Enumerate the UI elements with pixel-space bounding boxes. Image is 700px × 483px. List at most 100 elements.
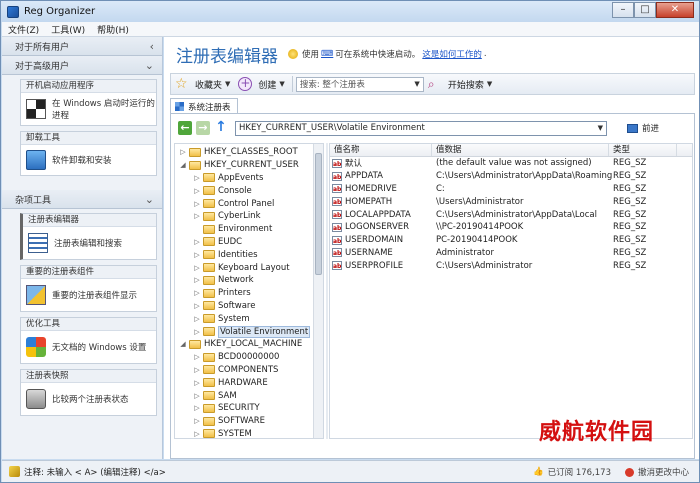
splitter[interactable] bbox=[326, 143, 328, 439]
column-header[interactable]: 值数据 bbox=[432, 144, 609, 156]
group-misc-tools[interactable]: 杂项工具 ⌄ bbox=[2, 190, 162, 209]
expand-toggle-icon[interactable]: ▷ bbox=[193, 417, 201, 425]
back-arrow-icon[interactable]: ← bbox=[178, 121, 192, 135]
expand-toggle-icon[interactable]: ▷ bbox=[193, 238, 201, 246]
tree-node[interactable]: ▷ Volatile Environment bbox=[193, 325, 311, 338]
tree-node[interactable]: ▷ Identities bbox=[193, 248, 257, 261]
expand-toggle-icon[interactable]: ▷ bbox=[193, 276, 201, 284]
expand-toggle-icon[interactable]: ▷ bbox=[179, 148, 187, 156]
tree-scrollbar[interactable] bbox=[313, 144, 323, 438]
menu-tools[interactable]: 工具(W) bbox=[45, 23, 91, 36]
path-input[interactable]: HKEY_CURRENT_USER\Volatile Environment ▼ bbox=[235, 120, 607, 136]
expand-toggle-icon[interactable]: ▷ bbox=[193, 404, 201, 412]
card-tweaks[interactable]: 优化工具 无文档的 Windows 设置 bbox=[20, 317, 157, 364]
card-important-components[interactable]: 重要的注册表组件 重要的注册表组件显示 bbox=[20, 265, 157, 312]
tree-node[interactable]: ▷ SECURITY bbox=[193, 402, 259, 415]
up-arrow-icon[interactable]: ↑ bbox=[214, 120, 228, 135]
expand-toggle-icon[interactable]: ▷ bbox=[193, 174, 201, 182]
close-button[interactable]: ✕ bbox=[656, 2, 694, 18]
tree-node[interactable]: ▷ COMPONENTS bbox=[193, 364, 278, 377]
tree-node[interactable]: ▷ System bbox=[193, 312, 249, 325]
card-startup-apps[interactable]: 开机启动应用程序 在 Windows 启动时运行的进程 bbox=[20, 79, 157, 126]
tree-node[interactable]: ▷ BCD00000000 bbox=[193, 351, 279, 364]
undo-center-link[interactable]: 撤消更改中心 bbox=[638, 466, 689, 478]
watermark: 威航软件园 bbox=[539, 419, 655, 445]
tree-node[interactable]: ▷ Printers bbox=[193, 287, 250, 300]
table-row[interactable]: ab USERDOMAIN PC-20190414POOK REG_SZ bbox=[330, 234, 692, 247]
tab-system-registry[interactable]: 系统注册表 bbox=[170, 98, 238, 114]
tree-node[interactable]: ▷ Control Panel bbox=[193, 197, 274, 210]
expand-toggle-icon[interactable]: ▷ bbox=[193, 328, 201, 336]
table-row[interactable]: ab USERPROFILE C:\Users\Administrator REG_S… bbox=[330, 259, 692, 272]
expand-toggle-icon[interactable]: ▷ bbox=[193, 302, 201, 310]
tree-node[interactable]: ◢ HKEY_LOCAL_MACHINE bbox=[179, 338, 302, 351]
table-row[interactable]: ab LOGONSERVER \\PC-20190414POOK REG_SZ bbox=[330, 221, 692, 234]
card-desc: 重要的注册表组件显示 bbox=[52, 291, 138, 301]
hotkey-link[interactable]: ⌨ bbox=[321, 49, 333, 59]
table-row[interactable]: ab 默认 (the default value was not assigned)… bbox=[330, 157, 692, 170]
recommend-count[interactable]: 已订阅 176,173 bbox=[548, 466, 611, 478]
expand-toggle-icon[interactable]: ◢ bbox=[179, 161, 187, 169]
folder-icon bbox=[203, 429, 215, 438]
expand-toggle-icon[interactable]: ▷ bbox=[193, 353, 201, 361]
tree-node[interactable]: ▷ Network bbox=[193, 274, 254, 287]
minimize-button[interactable]: – bbox=[612, 2, 634, 18]
tree-node-label: Network bbox=[218, 275, 254, 286]
tree-node[interactable]: ▷ Console bbox=[193, 184, 251, 197]
expand-toggle-icon[interactable]: ▷ bbox=[193, 200, 201, 208]
expand-toggle-icon[interactable]: ▷ bbox=[193, 430, 201, 438]
expand-toggle-icon[interactable]: ▷ bbox=[193, 289, 201, 297]
tree-node[interactable]: ▷ AppEvents bbox=[193, 172, 263, 185]
tree-node[interactable]: ▷ SAM bbox=[193, 389, 236, 402]
start-search-button[interactable]: ⌕ 开始搜索 ▼ bbox=[424, 77, 496, 91]
search-input[interactable]: 搜索: 整个注册表 ▼ bbox=[295, 76, 424, 92]
table-row[interactable]: ab HOMEDRIVE C: REG_SZ bbox=[330, 183, 692, 196]
tree-node[interactable]: ▷ HARDWARE bbox=[193, 376, 267, 389]
column-header[interactable]: 类型 bbox=[609, 144, 677, 156]
tree-node[interactable]: ▷ HKEY_CLASSES_ROOT bbox=[179, 146, 297, 159]
expand-toggle-icon[interactable]: ▷ bbox=[193, 392, 201, 400]
card-registry-snapshot[interactable]: 注册表快照 比较两个注册表状态 bbox=[20, 369, 157, 416]
expand-toggle-icon[interactable]: ◢ bbox=[179, 340, 187, 348]
card-head: 开机启动应用程序 bbox=[21, 80, 156, 93]
expand-toggle-icon[interactable]: ▷ bbox=[193, 315, 201, 323]
expand-toggle-icon[interactable]: ▷ bbox=[193, 212, 201, 220]
group-advanced-users[interactable]: 对于高级用户 ⌄ bbox=[2, 56, 162, 75]
tree-node[interactable]: ▷ CyberLink bbox=[193, 210, 260, 223]
create-button[interactable]: + 创建 ▼ bbox=[234, 77, 288, 91]
card-uninstall-tool[interactable]: 卸载工具 软件卸载和安装 bbox=[20, 131, 157, 176]
how-it-works-link[interactable]: 这是如何工作的 bbox=[422, 48, 482, 60]
folder-icon bbox=[203, 173, 215, 183]
table-row[interactable]: ab USERNAME Administrator REG_SZ bbox=[330, 247, 692, 260]
expand-toggle-icon[interactable]: ▷ bbox=[193, 187, 201, 195]
group-all-users[interactable]: 对于所有用户 ‹ bbox=[2, 37, 162, 56]
expand-toggle-icon[interactable]: ▷ bbox=[193, 379, 201, 387]
maximize-button[interactable]: □ bbox=[634, 2, 656, 18]
status-note[interactable]: 注释: 未输入 < A> (编辑注释) </a> bbox=[24, 466, 166, 478]
tree-node[interactable]: ▷ SOFTWARE bbox=[193, 415, 265, 428]
goto-button[interactable]: 前进 bbox=[627, 122, 659, 134]
expand-toggle-icon[interactable]: ▷ bbox=[193, 264, 201, 272]
tree-node[interactable]: ◢ HKEY_CURRENT_USER bbox=[179, 159, 299, 172]
menu-file[interactable]: 文件(Z) bbox=[2, 23, 45, 36]
table-row[interactable]: ab LOCALAPPDATA C:\Users\Administrator\App… bbox=[330, 208, 692, 221]
tree-node[interactable]: Environment bbox=[193, 223, 272, 236]
page-title: 注册表编辑器 bbox=[176, 46, 278, 67]
tree-node[interactable]: ▷ Keyboard Layout bbox=[193, 261, 289, 274]
table-row[interactable]: ab APPDATA C:\Users\Administrator\AppData\… bbox=[330, 170, 692, 183]
search-placeholder: 搜索: 整个注册表 bbox=[299, 80, 365, 90]
tree-node[interactable]: ▷ SYSTEM bbox=[193, 428, 252, 438]
registry-tree[interactable]: ▷ HKEY_CLASSES_ROOT ◢ HKEY_CURRENT_USER ▷ App… bbox=[174, 143, 324, 439]
dropdown-arrow-icon: ▼ bbox=[486, 80, 493, 88]
column-header[interactable]: 值名称 bbox=[330, 144, 432, 156]
table-row[interactable]: ab HOMEPATH \Users\Administrator REG_SZ bbox=[330, 195, 692, 208]
forward-arrow-icon[interactable]: → bbox=[196, 121, 210, 135]
scroll-thumb[interactable] bbox=[315, 153, 322, 275]
card-registry-editor[interactable]: 注册表编辑器 注册表编辑和搜索 bbox=[20, 213, 157, 260]
tree-node[interactable]: ▷ Software bbox=[193, 300, 255, 313]
expand-toggle-icon[interactable]: ▷ bbox=[193, 366, 201, 374]
expand-toggle-icon[interactable]: ▷ bbox=[193, 251, 201, 259]
tree-node[interactable]: ▷ EUDC bbox=[193, 236, 242, 249]
favorites-button[interactable]: ☆ 收藏夹 ▼ bbox=[171, 77, 234, 91]
menu-help[interactable]: 帮助(H) bbox=[91, 23, 135, 36]
